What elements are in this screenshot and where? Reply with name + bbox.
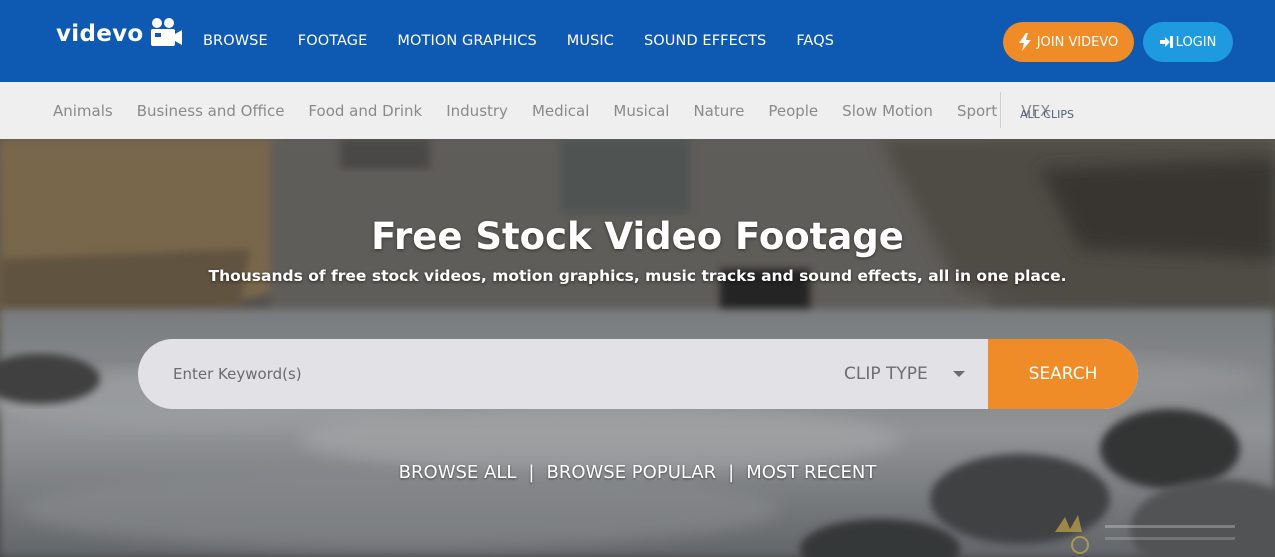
category-industry[interactable]: Industry [446,102,508,120]
sign-in-icon [1159,36,1173,48]
search-bar: CLIP TYPE SEARCH [138,339,1138,409]
nav-footage[interactable]: FOOTAGE [298,33,368,49]
login-label: LOGIN [1175,34,1217,50]
nav-browse[interactable]: BROWSE [203,33,268,49]
link-separator: | [728,462,735,483]
nav-music[interactable]: MUSIC [567,33,614,49]
category-animals[interactable]: Animals [53,102,113,120]
browse-links: BROWSE ALL | BROWSE POPULAR | MOST RECENT [0,462,1275,483]
browse-popular-link[interactable]: BROWSE POPULAR [546,462,716,483]
category-nature[interactable]: Nature [693,102,744,120]
join-label: JOIN VIDEVO [1036,34,1119,50]
nav-motion-graphics[interactable]: MOTION GRAPHICS [397,33,536,49]
link-separator: | [528,462,535,483]
category-medical[interactable]: Medical [532,102,589,120]
login-button[interactable]: LOGIN [1143,22,1233,62]
hero-title: Free Stock Video Footage [371,215,904,258]
category-slow-motion[interactable]: Slow Motion [842,102,933,120]
logo-text: videvo [56,21,144,47]
watermark-logo [1055,515,1235,554]
category-bar: Animals Business and Office Food and Dri… [0,82,1275,139]
lightning-icon [1018,33,1031,51]
clip-type-dropdown[interactable]: CLIP TYPE [844,339,928,409]
category-list: Animals Business and Office Food and Dri… [53,102,1074,120]
top-header: videvo BROWSE FOOTAGE MOTION GRAPHICS MU… [0,0,1275,82]
camera-icon [150,18,182,46]
videvo-logo[interactable]: videvo [56,18,184,48]
hero-subtitle: Thousands of free stock videos, motion g… [208,267,1067,285]
main-nav: BROWSE FOOTAGE MOTION GRAPHICS MUSIC SOU… [203,33,864,49]
hero-section: Free Stock Video Footage Thousands of fr… [0,139,1275,557]
nav-faqs[interactable]: FAQS [796,33,834,49]
chevron-down-icon[interactable] [953,371,965,377]
search-button-label: SEARCH [1028,364,1098,384]
join-videvo-button[interactable]: JOIN VIDEVO [1003,22,1134,62]
clip-type-label: CLIP TYPE [844,364,928,384]
category-sport[interactable]: Sport [957,102,997,120]
category-business-and-office[interactable]: Business and Office [137,102,285,120]
search-button[interactable]: SEARCH [988,339,1138,409]
search-input[interactable] [138,339,818,409]
category-divider [1000,92,1001,128]
browse-all-link[interactable]: BROWSE ALL [399,462,517,483]
category-people[interactable]: People [768,102,818,120]
category-musical[interactable]: Musical [613,102,669,120]
all-clips-link[interactable]: ALL CLIPS [1020,108,1074,121]
nav-sound-effects[interactable]: SOUND EFFECTS [644,33,766,49]
category-food-and-drink[interactable]: Food and Drink [308,102,422,120]
most-recent-link[interactable]: MOST RECENT [746,462,876,483]
